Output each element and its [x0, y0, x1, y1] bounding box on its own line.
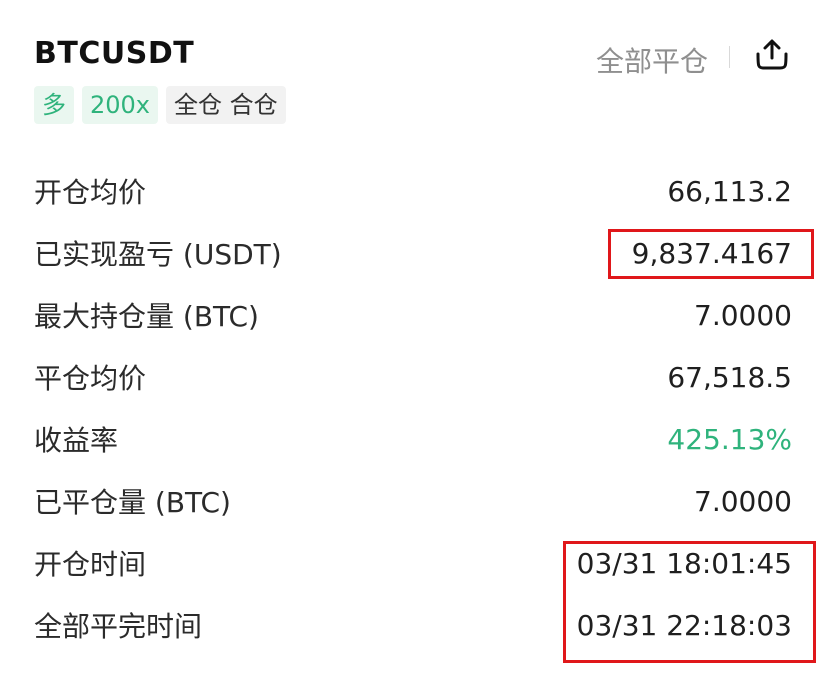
detail-label: 已实现盈亏 (USDT): [34, 238, 282, 271]
detail-row-realized-pnl: 已实现盈亏 (USDT) 9,837.4167: [34, 222, 792, 284]
detail-value: 7.0000: [694, 298, 792, 332]
symbol-title: BTCUSDT: [34, 36, 195, 71]
detail-label: 开仓均价: [34, 176, 147, 209]
detail-row-roi: 收益率 425.13%: [34, 408, 792, 470]
detail-value: 66,113.2: [667, 174, 792, 208]
detail-label: 开仓时间: [34, 548, 147, 581]
detail-label: 平仓均价: [34, 362, 147, 395]
margin-mode-tag: 全仓 合仓: [166, 86, 286, 124]
detail-row-max-position: 最大持仓量 (BTC) 7.0000: [34, 284, 792, 346]
detail-value: 03/31 18:01:45: [576, 546, 792, 580]
share-icon[interactable]: [752, 38, 792, 74]
detail-label: 收益率: [34, 424, 119, 457]
detail-label: 最大持仓量 (BTC): [34, 300, 259, 333]
detail-value: 03/31 22:18:03: [576, 608, 792, 642]
position-header: BTCUSDT 全部平仓 多 200x 全仓 合仓: [34, 36, 792, 126]
detail-label: 已平仓量 (BTC): [34, 486, 231, 519]
direction-tag: 多: [34, 86, 74, 124]
position-details: 开仓均价 66,113.2 已实现盈亏 (USDT) 9,837.4167 最大…: [34, 160, 792, 656]
detail-row-open-avg-price: 开仓均价 66,113.2: [34, 160, 792, 222]
leverage-tag: 200x: [82, 86, 159, 124]
detail-value: 67,518.5: [667, 360, 792, 394]
detail-row-open-time: 开仓时间 03/31 18:01:45: [34, 532, 792, 594]
detail-value: 425.13%: [667, 422, 792, 456]
detail-label: 全部平完时间: [34, 610, 203, 643]
close-all-button[interactable]: 全部平仓: [596, 40, 708, 80]
detail-row-close-avg-price: 平仓均价 67,518.5: [34, 346, 792, 408]
detail-value: 9,837.4167: [631, 236, 792, 270]
header-divider: [729, 46, 730, 68]
detail-value: 7.0000: [694, 484, 792, 518]
detail-row-full-close-time: 全部平完时间 03/31 22:18:03: [34, 594, 792, 656]
detail-row-closed-qty: 已平仓量 (BTC) 7.0000: [34, 470, 792, 532]
position-tags: 多 200x 全仓 合仓: [34, 86, 286, 124]
